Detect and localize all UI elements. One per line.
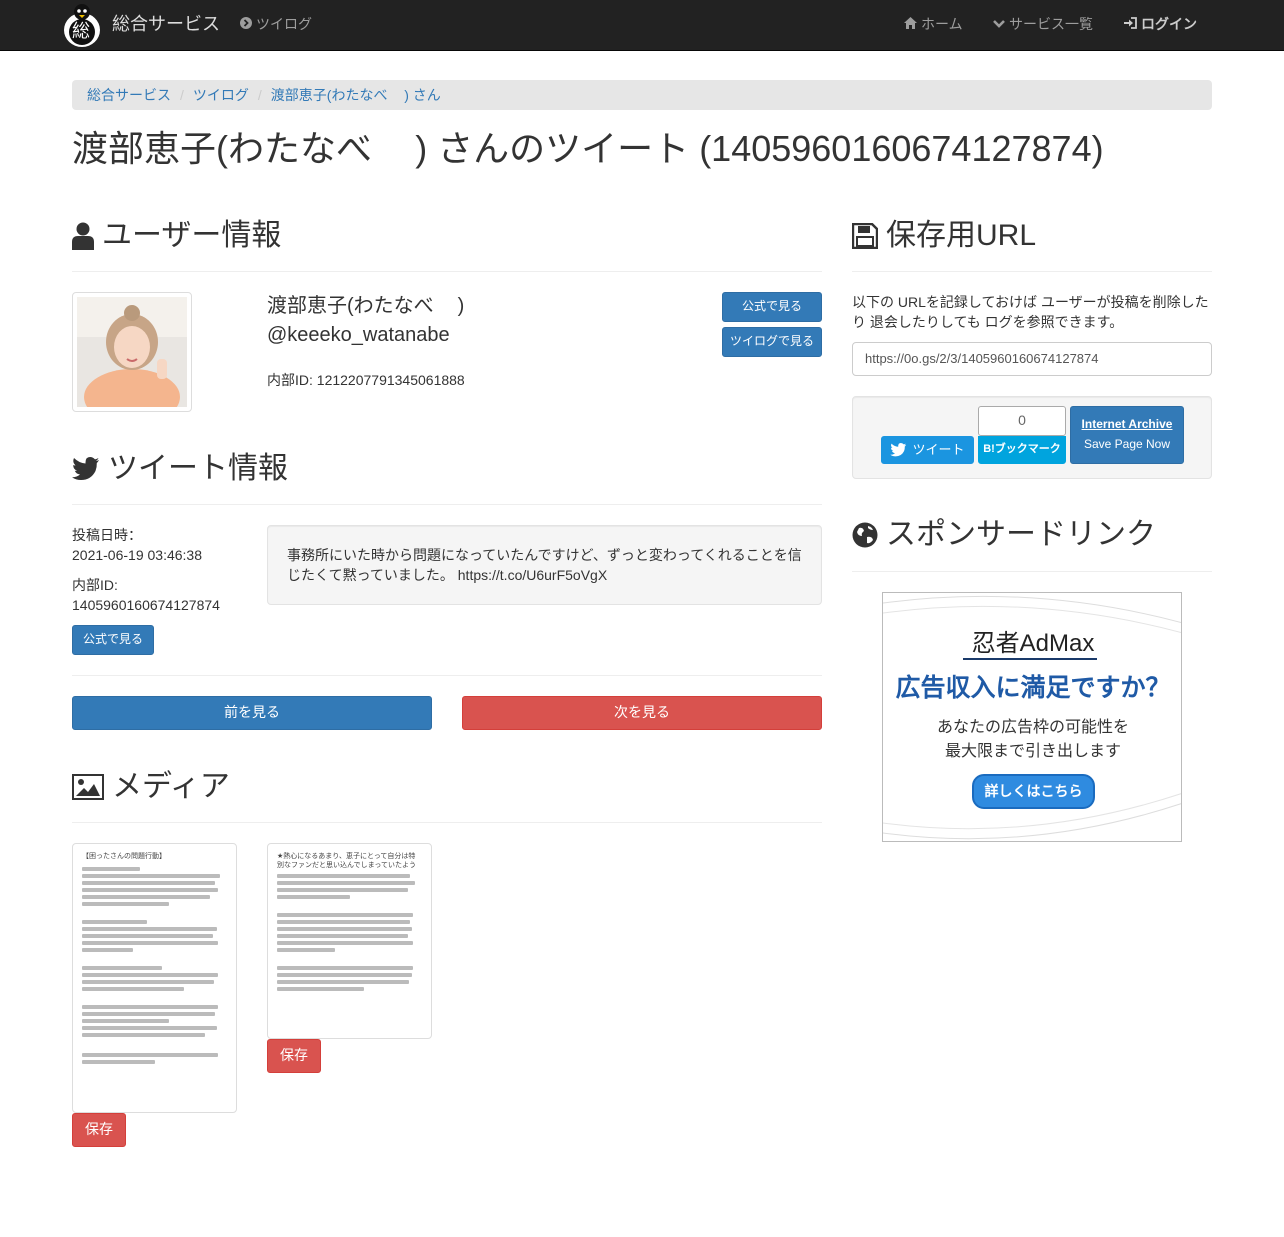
media-image-1-heading: 【困ったさんの問題行動】 [82,853,166,860]
ad-line-1: あなたの広告枠の可能性を [936,719,1129,736]
sponsor-heading-text: スポンサードリンク [886,518,1156,551]
penguin-logo-icon: 総 [60,2,104,48]
ad-brand-logo: 忍者AdMax [971,630,1095,657]
posted-value: 2021-06-19 03:46:38 [72,547,202,563]
top-navbar: 総 総合サービス ツイログ ホーム サービス一覧 ログイン [0,0,1284,51]
divider [72,675,822,676]
nav-services[interactable]: サービス一覧 [993,0,1093,50]
tweet-id-label: 内部ID: [72,577,118,593]
tweet-share-button[interactable]: ツイート [881,436,974,464]
brand-link[interactable]: 総 総合サービス [60,0,220,50]
divider [72,271,822,272]
posted-label: 投稿日時： [72,527,142,543]
tweet-info-heading-text: ツイート情報 [108,452,288,485]
user-info-heading-text: ユーザー情報 [102,219,282,252]
tweet-info-heading: ツイート情報 [72,451,288,487]
nav-tweetlog-label: ツイログ [256,16,312,32]
save-image-1-button[interactable]: 保存 [72,1113,126,1147]
user-handle: @keeeko_watanabe [267,324,450,346]
media-heading: メディア [72,769,230,805]
user-info-heading: ユーザー情報 [72,218,281,254]
sponsor-heading: スポンサードリンク [852,517,1156,553]
nav-home-label: ホーム [921,16,963,32]
ad-headline: 広告収入に満足ですか？ [895,674,1171,702]
save-url-description: 以下の URLを記録しておけば ユーザーが投稿を削除したり 退会したりしても ロ… [852,294,1209,330]
chevron-down-icon [993,15,1005,35]
divider [852,571,1212,572]
tweet-id-value: 1405960160674127874 [72,597,220,613]
divider [72,504,822,505]
sponsor-ad-banner[interactable]: 忍者AdMax 広告収入に満足ですか？ あなたの広告枠の可能性を 最大限まで引き… [882,592,1182,842]
save-url-field[interactable]: https://0o.gs/2/3/1405960160674127874 [852,342,1212,376]
page-title: 渡部恵子(わたなべ ) さんのツイート (1405960160674127874… [72,128,1104,169]
user-icon [72,222,94,250]
tweet-share-label: ツイート [912,441,965,457]
divider [852,271,1212,272]
nav-tweetlog[interactable]: ツイログ [240,0,312,50]
media-image-2[interactable]: ★熱心になるあまり、恵子にとって自分は特別なファンだと思い込んでしまっていたよう… [267,843,432,1039]
brand-name: 総合サービス [112,14,220,35]
tweet-text-box: 事務所にいた時から問題になっていたんですけど、ずっと変わってくれることを信じたく… [267,525,822,605]
nav-services-label: サービス一覧 [1009,16,1093,32]
bookmark-count: 0 [978,406,1066,436]
tweet-text: 事務所にいた時から問題になっていたんですけど、ずっと変わってくれることを信じたく… [287,547,802,583]
ad-brand-underline [963,658,1097,660]
media-image-1[interactable]: 【困ったさんの問題行動】 [72,843,237,1113]
user-official-button[interactable]: 公式で見る [722,292,822,322]
archive-action: Save Page Now [1083,437,1171,451]
twitter-bird-icon [72,457,99,480]
image-icon [72,774,104,800]
nav-login[interactable]: ログイン [1124,0,1197,50]
sign-in-icon [1124,15,1137,35]
twitter-bird-icon [890,443,907,457]
nav-login-label: ログイン [1141,16,1197,32]
breadcrumb: 総合サービス / ツイログ / 渡部恵子(わたなべ ) さん [72,80,1212,110]
avatar [72,292,192,425]
user-tweetlog-button[interactable]: ツイログで見る [722,327,822,357]
ad-line-2: 最大限まで引き出します [944,743,1121,760]
brand-logo-char: 総 [72,21,90,42]
breadcrumb-item-user[interactable]: 渡部恵子(わたなべ ) さん [271,87,441,103]
internet-archive-button[interactable]: Internet Archive Save Page Now [1070,406,1184,464]
nav-home[interactable]: ホーム [904,0,963,50]
divider [72,822,822,823]
breadcrumb-item-services[interactable]: 総合サービス [87,87,171,103]
user-display-name: 渡部恵子(わたなべ ) [267,295,465,317]
share-box: ツイート 0 B!ブックマーク Internet Archive Save Pa… [852,396,1212,479]
media-heading-text: メディア [112,770,230,803]
globe-icon [852,522,878,548]
save-url-heading-text: 保存用URL [886,219,1037,252]
media-image-2-heading: ★熱心になるあまり、恵子にとって自分は特別なファンだと思い込んでしまっていたよう… [277,853,417,869]
ad-cta-button[interactable]: 詳しくはこちら [972,774,1095,809]
hatena-bookmark-button[interactable]: B!ブックマーク [978,436,1066,464]
floppy-disk-icon [852,223,878,249]
save-url-heading: 保存用URL [852,218,1036,254]
user-internal-id: 内部ID: 1212207791345061888 [267,372,465,388]
next-tweet-button[interactable]: 次を見る [462,696,822,730]
home-icon [904,15,917,35]
prev-tweet-button[interactable]: 前を見る [72,696,432,730]
save-image-2-button[interactable]: 保存 [267,1039,321,1073]
archive-title: Internet Archive [1081,417,1173,431]
tweet-official-button[interactable]: 公式で見る [72,625,154,655]
breadcrumb-item-tweetlog[interactable]: ツイログ [193,87,249,103]
chevron-circle-right-icon [240,15,252,35]
